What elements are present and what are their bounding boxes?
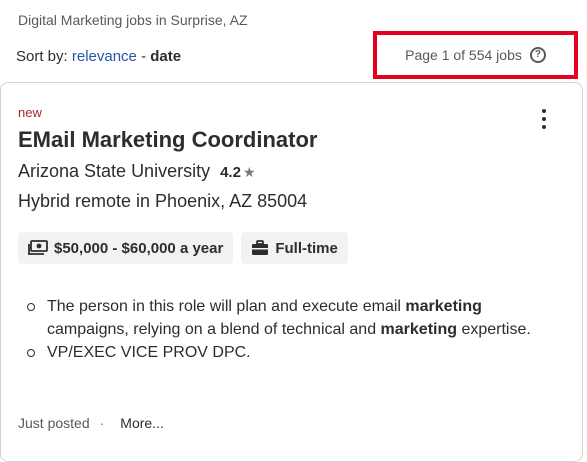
- sort-controls: Sort by: relevance - date: [16, 48, 181, 65]
- sort-label: Sort by:: [16, 48, 68, 65]
- sort-relevance-link[interactable]: relevance: [72, 48, 137, 65]
- more-link[interactable]: More...: [120, 415, 164, 431]
- rating-value: 4.2: [220, 164, 241, 181]
- posted-date: Just posted: [18, 415, 90, 431]
- search-results-title: Digital Marketing jobs in Surprise, AZ: [18, 12, 248, 28]
- job-attributes: $50,000 - $60,000 a year Full-time: [18, 232, 348, 264]
- page-count-text: Page 1 of 554 jobs: [405, 47, 522, 63]
- salary-chip: $50,000 - $60,000 a year: [18, 232, 234, 264]
- job-type-text: Full-time: [275, 239, 338, 257]
- new-badge: new: [18, 105, 42, 120]
- job-location: Hybrid remote in Phoenix, AZ 85004: [18, 191, 308, 211]
- job-title-link[interactable]: EMail Marketing Coordinator: [18, 127, 317, 153]
- question-circle-icon[interactable]: ?: [529, 47, 546, 63]
- snippet-bullet: VP/EXEC VICE PROV DPC.: [27, 341, 551, 364]
- sort-date-option[interactable]: date: [150, 48, 181, 65]
- company-rating: 4.2 ★: [220, 164, 255, 181]
- job-footer: Just posted · More...: [18, 415, 164, 431]
- snippet-bullet: The person in this role will plan and ex…: [27, 295, 551, 341]
- star-icon: ★: [242, 164, 256, 180]
- company-name[interactable]: Arizona State University: [18, 161, 210, 182]
- job-type-chip: Full-time: [241, 232, 348, 264]
- company-info: Arizona State University 4.2 ★: [18, 161, 256, 182]
- briefcase-icon: [251, 240, 269, 256]
- job-snippet: The person in this role will plan and ex…: [21, 295, 551, 364]
- more-options-icon[interactable]: [531, 105, 557, 133]
- salary-text: $50,000 - $60,000 a year: [54, 239, 224, 257]
- sort-separator: -: [141, 48, 147, 65]
- money-icon: [28, 240, 48, 256]
- footer-separator: ·: [99, 415, 105, 431]
- job-card[interactable]: new EMail Marketing Coordinator Arizona …: [0, 82, 583, 462]
- page-count-highlight: Page 1 of 554 jobs ?: [373, 31, 578, 79]
